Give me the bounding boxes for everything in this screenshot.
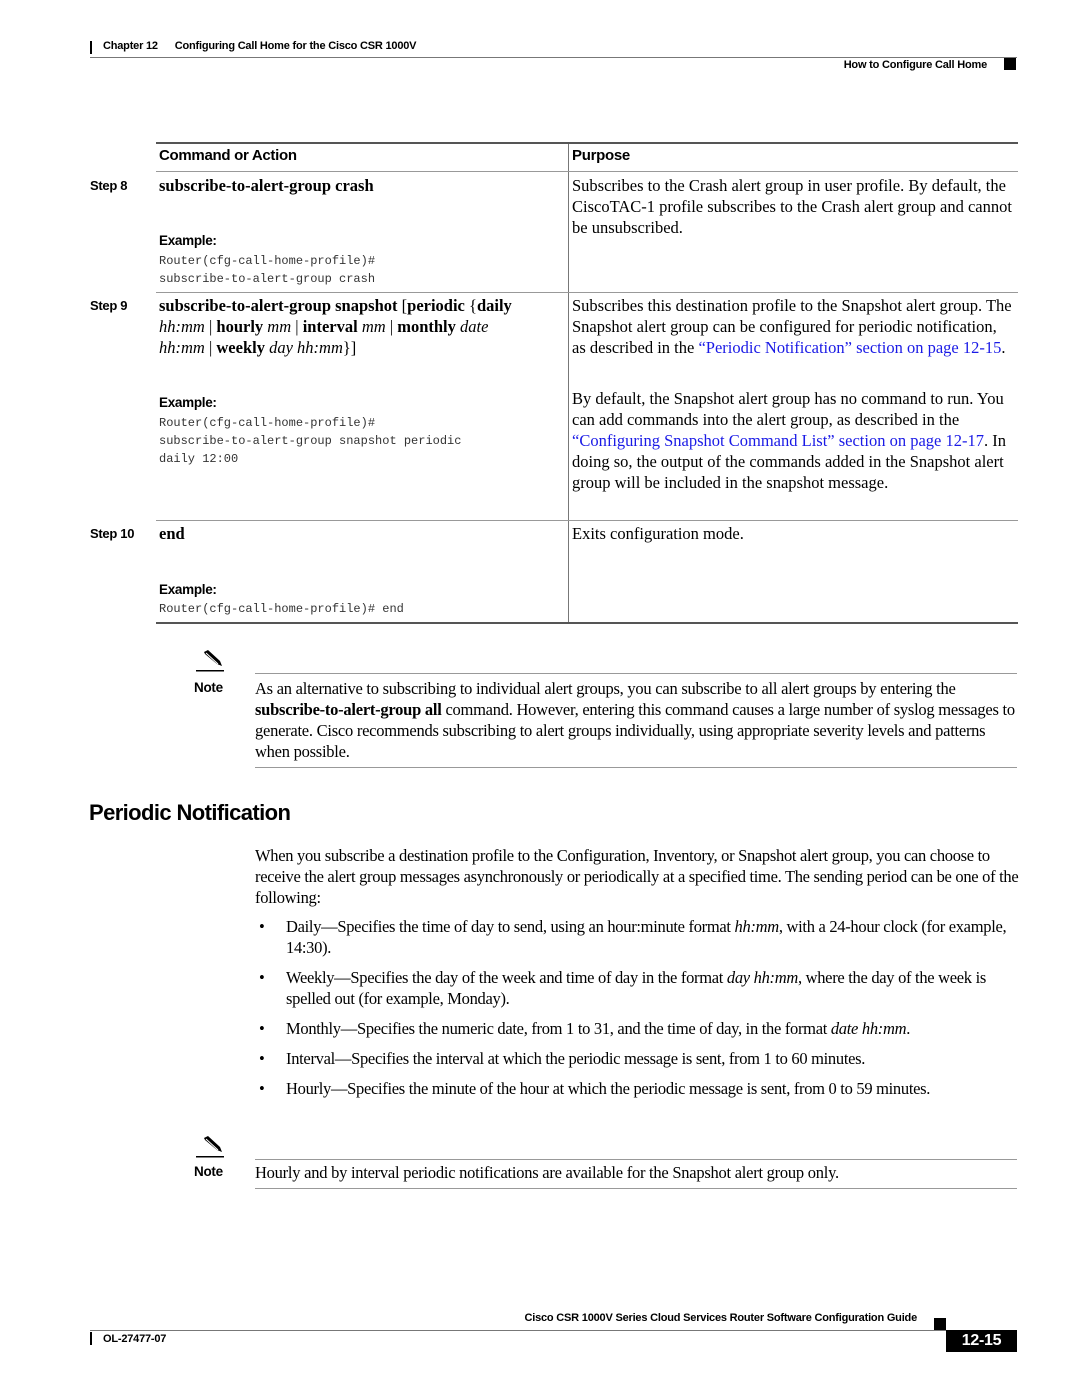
header-rule bbox=[90, 57, 1017, 58]
column-header-command: Command or Action bbox=[159, 147, 297, 164]
note-top-rule bbox=[255, 673, 1017, 674]
list-item: • Hourly—Specifies the minute of the hour… bbox=[259, 1079, 931, 1098]
example-code: Router(cfg-call-home-profile)# end bbox=[159, 602, 404, 616]
header-row-rule bbox=[156, 171, 1018, 172]
table-top-rule bbox=[156, 142, 1018, 144]
example-label: Example: bbox=[159, 233, 217, 248]
command-text: end bbox=[159, 524, 185, 543]
example-label: Example: bbox=[159, 582, 217, 597]
list-item: • Monthly—Specifies the numeric date, fro… bbox=[259, 1019, 911, 1038]
note-label: Note bbox=[194, 1164, 223, 1179]
footer-rule bbox=[90, 1330, 946, 1331]
header-section-title: How to Configure Call Home bbox=[843, 59, 988, 71]
pencil-note-icon bbox=[196, 650, 224, 672]
note-text: Hourly and by interval periodic notifica… bbox=[255, 1163, 839, 1182]
period-list: • Daily—Specifies the time of day to send… bbox=[255, 916, 1020, 1108]
purpose-text: Exits configuration mode. bbox=[572, 524, 744, 543]
column-header-purpose: Purpose bbox=[572, 147, 630, 164]
list-item: • Daily—Specifies the time of day to send… bbox=[259, 917, 1007, 957]
purpose-text: Subscribes this destination profile to t… bbox=[572, 296, 1012, 357]
header-left-bar bbox=[90, 41, 92, 54]
column-divider bbox=[568, 144, 569, 624]
footer-marker bbox=[934, 1318, 946, 1330]
note-bottom-rule bbox=[255, 767, 1017, 768]
note-bottom-rule bbox=[255, 1188, 1017, 1189]
table-bottom-rule bbox=[156, 622, 1018, 624]
periodic-notification-link[interactable]: “Periodic Notification” section on page … bbox=[698, 338, 1001, 357]
section-title: Periodic Notification bbox=[89, 800, 291, 825]
note-text: As an alternative to subscribing to indi… bbox=[255, 679, 1015, 761]
header-marker bbox=[1004, 58, 1016, 70]
chapter-title: Configuring Call Home for the Cisco CSR … bbox=[174, 40, 417, 52]
list-item: • Weekly—Specifies the day of the week an… bbox=[259, 968, 986, 1008]
step-label: Step 10 bbox=[90, 526, 135, 541]
note-label: Note bbox=[194, 680, 223, 695]
pencil-note-icon bbox=[196, 1136, 224, 1158]
snapshot-command-list-link[interactable]: “Configuring Snapshot Command List” sect… bbox=[572, 431, 984, 450]
header-chapter: Chapter 12 Configuring Call Home for the… bbox=[103, 40, 417, 52]
purpose-text: By default, the Snapshot alert group has… bbox=[572, 389, 1006, 492]
chapter-number: Chapter 12 bbox=[103, 40, 158, 52]
footer-left-bar bbox=[90, 1332, 92, 1345]
example-code: Router(cfg-call-home-profile)# subscribe… bbox=[159, 254, 376, 286]
section-intro: When you subscribe a destination profile… bbox=[255, 846, 1019, 907]
step-label: Step 8 bbox=[90, 178, 128, 193]
command-syntax: subscribe-to-alert-group snapshot [perio… bbox=[159, 296, 512, 357]
footer-doc-number: OL-27477-07 bbox=[103, 1333, 167, 1345]
note-top-rule bbox=[255, 1159, 1017, 1160]
purpose-text: Subscribes to the Crash alert group in u… bbox=[572, 176, 1012, 237]
example-code: Router(cfg-call-home-profile)# subscribe… bbox=[159, 416, 462, 466]
row-rule bbox=[156, 520, 1018, 521]
step-label: Step 9 bbox=[90, 298, 128, 313]
command-text: subscribe-to-alert-group crash bbox=[159, 176, 374, 195]
example-label: Example: bbox=[159, 395, 217, 410]
page-number: 12-15 bbox=[946, 1330, 1017, 1352]
row-rule bbox=[156, 292, 1018, 293]
footer-guide-title: Cisco CSR 1000V Series Cloud Services Ro… bbox=[524, 1312, 917, 1324]
list-item: • Interval—Specifies the interval at whic… bbox=[259, 1049, 866, 1068]
